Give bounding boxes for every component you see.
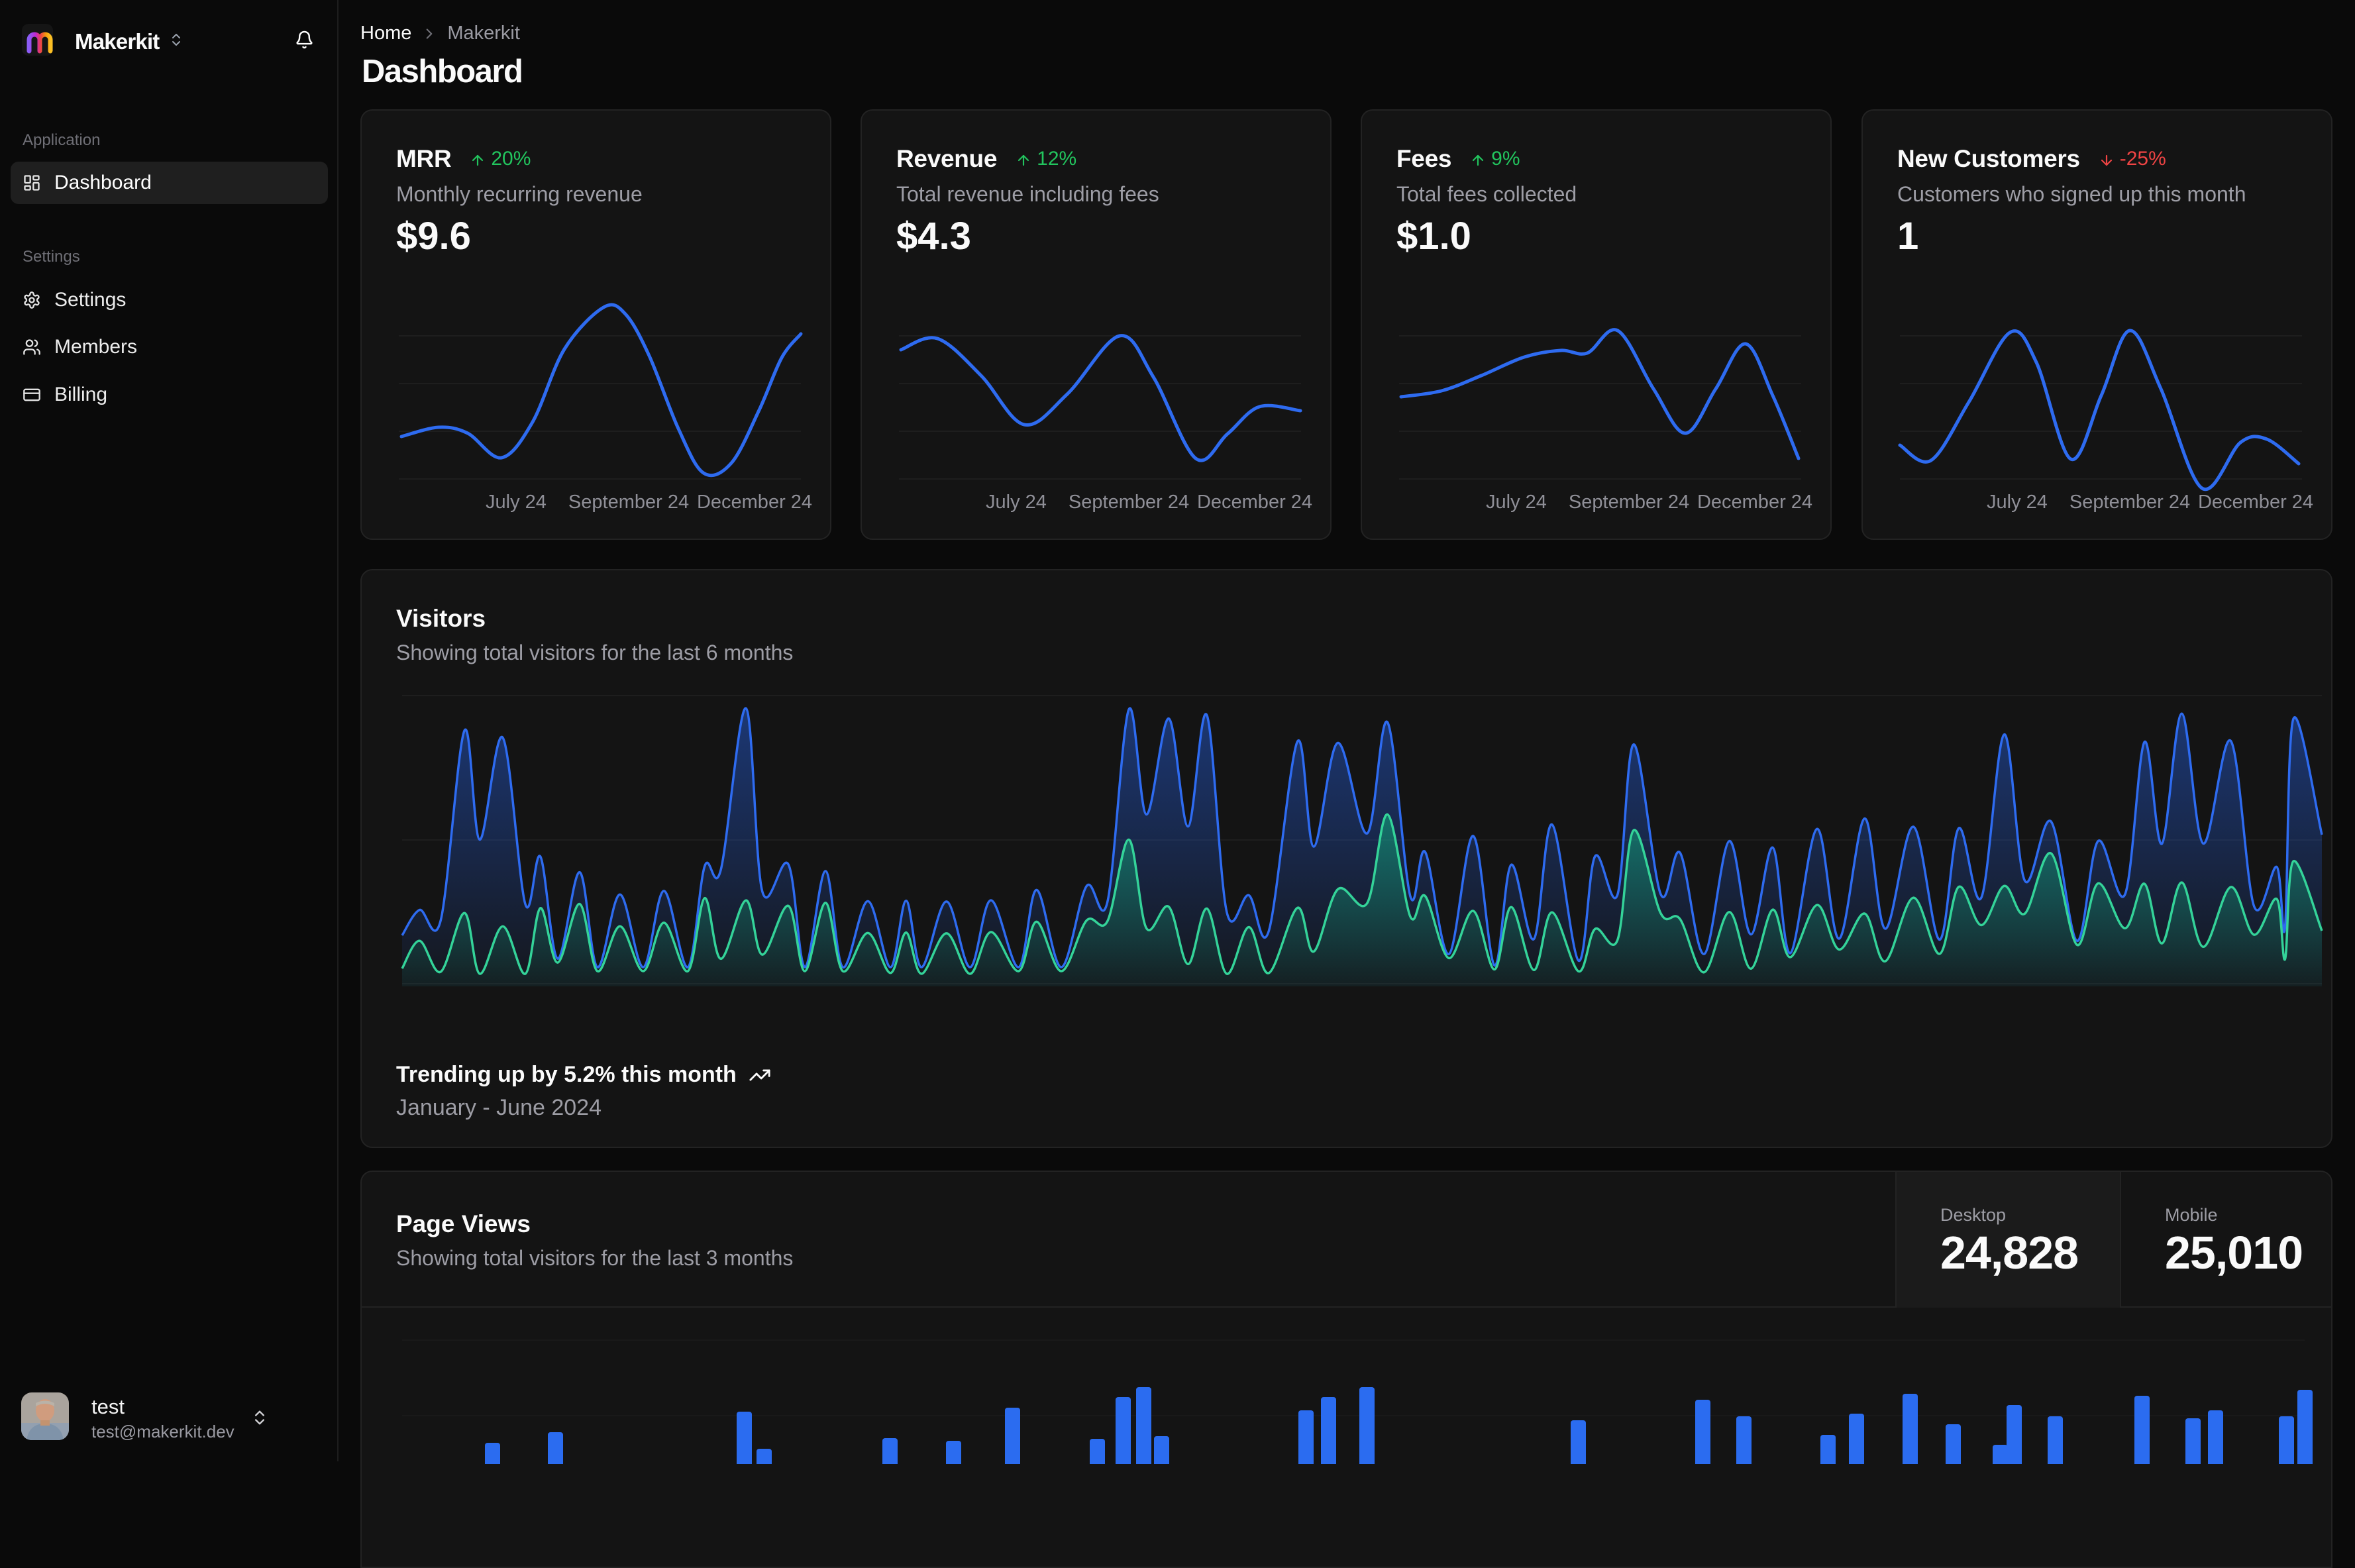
svg-text:July 24: July 24 bbox=[986, 492, 1047, 513]
svg-text:December 24: December 24 bbox=[2198, 492, 2313, 513]
svg-text:September 24: September 24 bbox=[568, 492, 689, 513]
svg-text:July 24: July 24 bbox=[1987, 492, 2048, 513]
svg-text:July 24: July 24 bbox=[486, 492, 547, 513]
svg-text:September 24: September 24 bbox=[1569, 492, 1689, 513]
svg-text:December 24: December 24 bbox=[1697, 492, 1812, 513]
svg-text:September 24: September 24 bbox=[2069, 492, 2190, 513]
svg-text:December 24: December 24 bbox=[1197, 492, 1312, 513]
svg-text:December 24: December 24 bbox=[697, 492, 812, 513]
svg-text:July 24: July 24 bbox=[1486, 492, 1547, 513]
svg-text:September 24: September 24 bbox=[1069, 492, 1189, 513]
